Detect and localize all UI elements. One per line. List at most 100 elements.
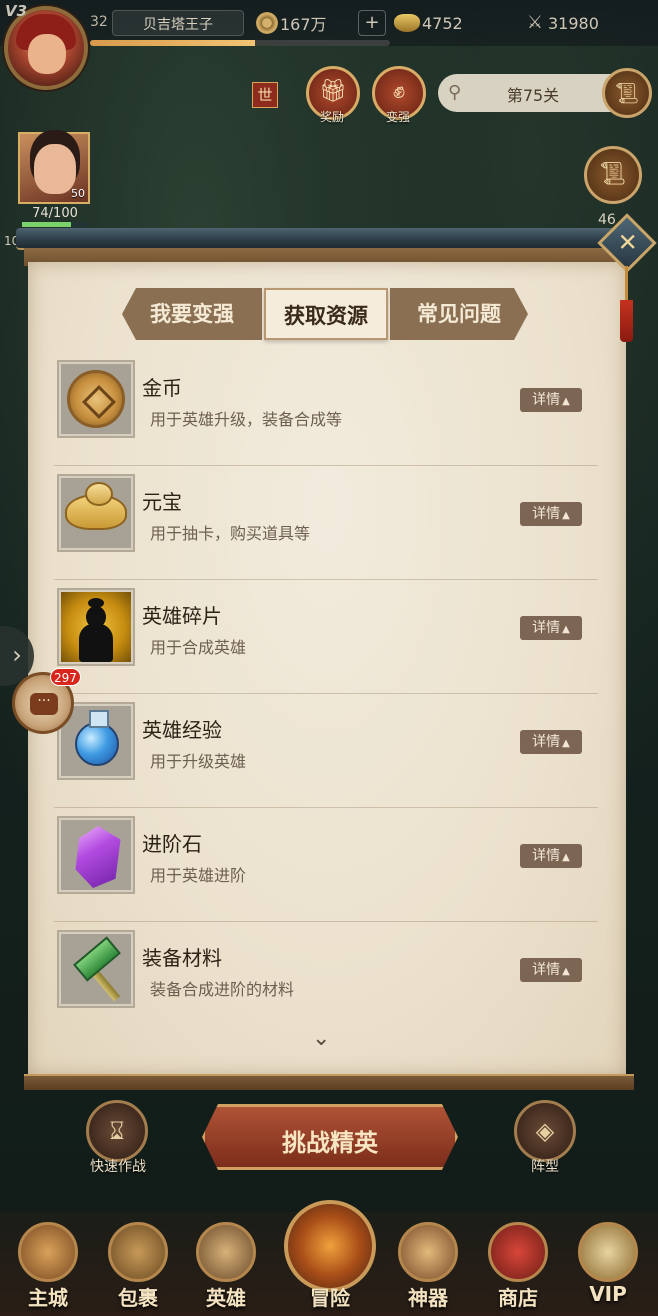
detail-button[interactable]: 详情 ▲	[520, 730, 582, 754]
nav-label: 主城	[28, 1286, 68, 1310]
item-description: 用于抽卡，购买道具等	[150, 524, 311, 543]
hero-face	[34, 144, 76, 194]
player-name: 贝吉塔王子	[143, 17, 213, 33]
scroll-map-icon[interactable]: 📜︎	[602, 68, 652, 118]
tab-faq[interactable]: 常见问题	[390, 288, 528, 340]
hero-level: 50	[71, 187, 85, 200]
item-description: 用于英雄进阶	[150, 866, 247, 885]
nav-adventure[interactable]: 冒险	[278, 1200, 382, 1312]
list-item: 英雄经验 用于升级英雄 详情 ▲	[54, 694, 598, 808]
crossed-swords-icon: ⚔	[526, 12, 544, 33]
advance-stone-icon	[75, 826, 121, 888]
castle-icon	[18, 1222, 78, 1282]
scroll-top-roller	[16, 228, 642, 250]
hero-shard-icon	[79, 598, 113, 662]
quick-battle-label: 快速作战	[90, 1159, 146, 1175]
nav-vip[interactable]: VIP	[568, 1222, 648, 1308]
nav-main-city[interactable]: 主城	[8, 1222, 88, 1310]
challenge-elite-label: 挑战精英	[282, 1129, 378, 1157]
coin-icon	[67, 370, 125, 428]
item-description: 用于英雄升级，装备合成等	[150, 410, 343, 429]
hero-hp-fill	[22, 222, 71, 227]
hero-hp-bar	[22, 222, 88, 227]
detail-button[interactable]: 详情 ▲	[520, 502, 582, 526]
location-pin-icon: ⚲	[448, 82, 462, 103]
scroll-bottom-roller	[24, 1074, 634, 1090]
nav-label: 冒险	[310, 1286, 350, 1310]
scroll-button[interactable]: 📜︎	[584, 146, 642, 204]
stage-label: 第75关	[506, 86, 560, 105]
detail-button[interactable]: 详情 ▲	[520, 388, 582, 412]
caret-up-icon: ▲	[562, 738, 570, 749]
item-name: 元宝	[142, 490, 182, 514]
avatar-face	[28, 34, 66, 74]
hero-helmet-icon	[196, 1222, 256, 1282]
nav-bag[interactable]: 包裹	[98, 1222, 178, 1310]
nav-shop[interactable]: 商店	[478, 1222, 558, 1310]
item-description: 装备合成进阶的材料	[150, 980, 295, 999]
reward-label: 奖励	[319, 110, 344, 124]
detail-label: 详情	[532, 392, 561, 408]
player-name-box[interactable]: 贝吉塔王子	[112, 10, 244, 36]
caret-up-icon: ▲	[562, 396, 570, 407]
tab-get-resources[interactable]: 获取资源	[264, 288, 388, 340]
chat-bubble-icon: ···	[30, 693, 58, 715]
nav-label: 神器	[408, 1286, 448, 1310]
exp-bar-fill	[90, 40, 255, 46]
ingot-currency: 4752	[394, 10, 463, 36]
shop-icon	[488, 1222, 548, 1282]
list-item: 装备材料 装备合成进阶的材料 详情 ▲	[54, 922, 598, 1036]
nav-label: VIP	[589, 1282, 627, 1306]
chevron-down-icon[interactable]: ⌄	[312, 1026, 330, 1051]
nav-label: 包裹	[118, 1286, 158, 1310]
challenge-elite-button[interactable]: 挑战精英	[202, 1104, 458, 1170]
detail-label: 详情	[532, 506, 561, 522]
detail-button[interactable]: 详情 ▲	[520, 844, 582, 868]
artifact-icon	[398, 1222, 458, 1282]
item-thumbnail	[57, 816, 135, 894]
detail-label: 详情	[532, 734, 561, 750]
hero-portrait[interactable]: 50	[18, 132, 90, 204]
item-name: 装备材料	[142, 946, 222, 970]
nav-artifact[interactable]: 神器	[388, 1222, 468, 1310]
list-item: 进阶石 用于英雄进阶 详情 ▲	[54, 808, 598, 922]
fist-icon: ✊︎	[392, 79, 406, 104]
nav-heroes[interactable]: 英雄	[186, 1222, 266, 1310]
formation-label: 阵型	[531, 1159, 559, 1175]
item-thumbnail	[57, 474, 135, 552]
item-name: 进阶石	[142, 832, 202, 856]
quick-battle-button[interactable]: ⌛︎	[86, 1100, 148, 1162]
item-description: 用于合成英雄	[150, 638, 247, 657]
detail-button[interactable]: 详情 ▲	[520, 958, 582, 982]
item-thumbnail	[57, 588, 135, 666]
formation-button[interactable]: ◈	[514, 1100, 576, 1162]
detail-button[interactable]: 详情 ▲	[520, 616, 582, 640]
caret-up-icon: ▲	[562, 852, 570, 863]
tassel-decoration	[620, 300, 633, 342]
hero-hp-text: 74/100	[32, 206, 78, 221]
gift-icon: 🎁︎	[319, 79, 347, 104]
world-chat-button[interactable]: 世	[252, 82, 278, 108]
caret-up-icon: ▲	[562, 966, 570, 977]
exp-potion-icon	[75, 710, 119, 766]
list-item: 金币 用于英雄升级，装备合成等 详情 ▲	[54, 352, 598, 466]
item-name: 金币	[142, 376, 182, 400]
detail-label: 详情	[532, 620, 561, 636]
vip-crown-icon	[578, 1222, 638, 1282]
item-thumbnail	[57, 930, 135, 1008]
upgrade-label: 变强	[385, 110, 410, 124]
close-icon: ✕	[617, 228, 638, 257]
item-name: 英雄碎片	[142, 604, 222, 628]
adventure-portal-icon	[284, 1200, 376, 1292]
item-description: 用于升级英雄	[150, 752, 247, 771]
tab-get-stronger[interactable]: 我要变强	[122, 288, 262, 340]
tab-bar: 我要变强 获取资源 常见问题	[122, 288, 528, 340]
copper-coin-icon	[256, 12, 278, 34]
nav-label: 商店	[498, 1286, 538, 1310]
bag-icon	[108, 1222, 168, 1282]
detail-label: 详情	[532, 962, 561, 978]
copper-amount: 167万	[280, 15, 327, 34]
add-currency-button[interactable]: +	[358, 10, 386, 36]
ingot-icon	[65, 482, 127, 530]
stage-indicator[interactable]: ⚲ 第75关 📜︎	[438, 68, 652, 118]
